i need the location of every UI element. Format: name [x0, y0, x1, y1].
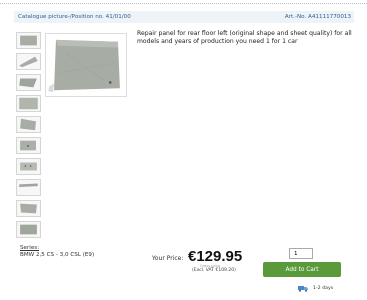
thumbnail-3[interactable]: [16, 74, 41, 91]
thumbnail-7[interactable]: [16, 158, 41, 175]
price-label: Your Price:: [152, 255, 184, 262]
thumbnail-6[interactable]: [16, 137, 41, 154]
top-divider: [0, 3, 367, 4]
panel-thumb-icon: [17, 201, 40, 216]
thumbnail-strip: [16, 32, 42, 242]
thumbnail-8[interactable]: [16, 179, 41, 196]
panel-thumb-icon: [17, 222, 40, 237]
panel-thumb-icon: [17, 75, 40, 90]
add-to-cart-button[interactable]: Add to Cart: [263, 262, 341, 277]
catalogue-position: Catalogue picture-/Position no. 41/01/00: [18, 14, 131, 20]
panel-thumb-icon: [17, 159, 40, 174]
article-number: Art.-No. A41111770013: [284, 14, 351, 20]
product-description: Repair panel for rear floor left (origin…: [137, 30, 352, 45]
panel-thumb-icon: [17, 33, 40, 48]
panel-thumb-icon: [17, 138, 40, 153]
thumbnail-10[interactable]: [16, 221, 41, 238]
truck-icon: [298, 286, 308, 292]
quantity-input[interactable]: [289, 248, 313, 259]
series-value: BMW 2,5 CS - 3,0 CSL (E9): [20, 252, 95, 258]
panel-thumb-icon: [17, 180, 40, 195]
panel-thumb-icon: [17, 117, 40, 132]
thumbnail-1[interactable]: [16, 32, 41, 49]
product-header-bar: Catalogue picture-/Position no. 41/01/00…: [14, 11, 354, 23]
thumbnail-4[interactable]: [16, 95, 41, 112]
thumbnail-9[interactable]: [16, 200, 41, 217]
main-product-image[interactable]: [45, 33, 127, 97]
thumbnail-2[interactable]: [16, 53, 41, 70]
panel-thumb-icon: [17, 54, 40, 69]
delivery-time: 1-2 days: [313, 286, 334, 291]
price-value: €129.95: [188, 248, 243, 265]
vat-note: (Excl. VAT €109.20): [192, 268, 236, 273]
series-label: Series:: [20, 245, 40, 251]
panel-thumb-icon: [17, 96, 40, 111]
thumbnail-5[interactable]: [16, 116, 41, 133]
floor-panel-image: [46, 34, 126, 96]
